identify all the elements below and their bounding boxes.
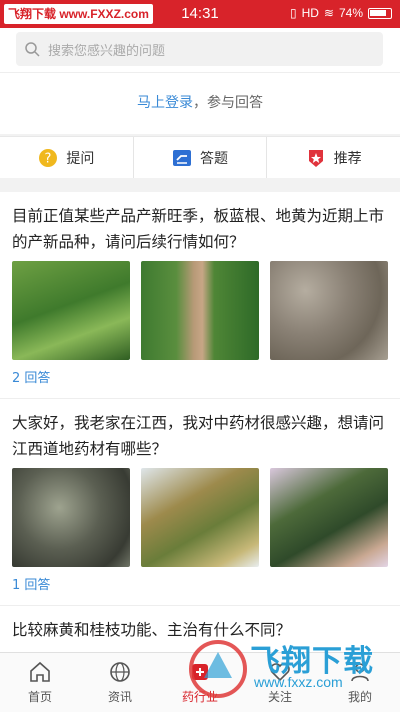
- seedling-photo[interactable]: [12, 261, 130, 360]
- tab-profile[interactable]: 我的: [320, 653, 400, 712]
- question-icon: ?: [39, 148, 58, 167]
- question-title[interactable]: 比较麻黄和桂枝功能、主治有什么不同？: [0, 606, 400, 652]
- answer-icon: [173, 149, 191, 166]
- tab-label: 关注: [267, 690, 292, 704]
- status-icons: ▯ HD ≋ 74%: [290, 6, 392, 20]
- battery-icon: [368, 7, 392, 19]
- tab-news[interactable]: 资讯: [80, 653, 160, 712]
- status-bar: 飞翔下载 www.FXXZ.com 14:31 ▯ HD ≋ 74%: [0, 0, 400, 28]
- search-placeholder: 搜索您感兴趣的问题: [48, 43, 166, 59]
- question-feed: 目前正值某些产品产新旺季，板蓝根、地黄为近期上市的产新品种，请问后续行情如何？ …: [0, 192, 400, 652]
- login-link[interactable]: 马上登录: [137, 95, 193, 111]
- hd-label: HD: [301, 6, 319, 20]
- question-title[interactable]: 大家好，我老家在江西，我对中药材很感兴趣，想请问江西道地药材有哪些？: [12, 410, 388, 462]
- search-area: 搜索您感兴趣的问题: [0, 28, 400, 72]
- home-icon: [30, 661, 50, 682]
- tab-pharma[interactable]: 药行业: [160, 653, 240, 712]
- tab-home[interactable]: 首页: [0, 653, 80, 712]
- wifi-icon: ≋: [323, 6, 334, 20]
- tab-follow[interactable]: 关注: [240, 653, 320, 712]
- question-card[interactable]: 大家好，我老家在江西，我对中药材很感兴趣，想请问江西道地药材有哪些？ 1 回答: [0, 399, 400, 606]
- herb-slices-photo[interactable]: [12, 468, 130, 567]
- search-icon: [25, 42, 40, 57]
- herb-bundle-photo[interactable]: [141, 468, 259, 567]
- recommend-button[interactable]: 推荐: [267, 137, 400, 178]
- answer-count[interactable]: 2 回答: [12, 360, 388, 398]
- tab-label: 药行业: [181, 690, 218, 704]
- dried-root-photo[interactable]: [270, 261, 388, 360]
- bottom-tab-bar: 首页 资讯 药行业 关注 我的: [0, 652, 400, 712]
- battery-label: 74%: [338, 6, 363, 20]
- question-images: [12, 261, 388, 360]
- question-title[interactable]: 目前正值某些产品产新旺季，板蓝根、地黄为近期上市的产新品种，请问后续行情如何？: [12, 203, 388, 255]
- login-suffix: ，参与回答: [193, 95, 263, 111]
- recommend-icon: [308, 149, 323, 167]
- globe-icon: [110, 662, 130, 682]
- question-card[interactable]: 目前正值某些产品产新旺季，板蓝根、地黄为近期上市的产新品种，请问后续行情如何？ …: [0, 192, 400, 399]
- tab-label: 资讯: [107, 690, 132, 704]
- login-prompt: 马上登录，参与回答: [0, 72, 400, 134]
- follow-icon: [270, 663, 290, 682]
- herb-branch-photo[interactable]: [270, 468, 388, 567]
- answer-button[interactable]: 答题: [134, 137, 268, 178]
- tab-label: 我的: [347, 690, 372, 704]
- question-images: [12, 468, 388, 567]
- recommend-label: 推荐: [333, 150, 362, 167]
- vibrate-icon: ▯: [289, 6, 297, 20]
- ask-button[interactable]: ? 提问: [0, 137, 134, 178]
- answer-label: 答题: [200, 150, 228, 167]
- user-icon: [351, 663, 369, 682]
- answer-count[interactable]: 1 回答: [12, 567, 388, 605]
- tab-label: 首页: [27, 690, 52, 704]
- pharma-icon: [192, 664, 208, 680]
- field-rows-photo[interactable]: [141, 261, 259, 360]
- search-input[interactable]: 搜索您感兴趣的问题: [16, 32, 383, 66]
- svg-text:?: ?: [45, 151, 52, 166]
- action-bar: ? 提问 答题 推荐: [0, 136, 400, 178]
- ask-label: 提问: [66, 150, 95, 167]
